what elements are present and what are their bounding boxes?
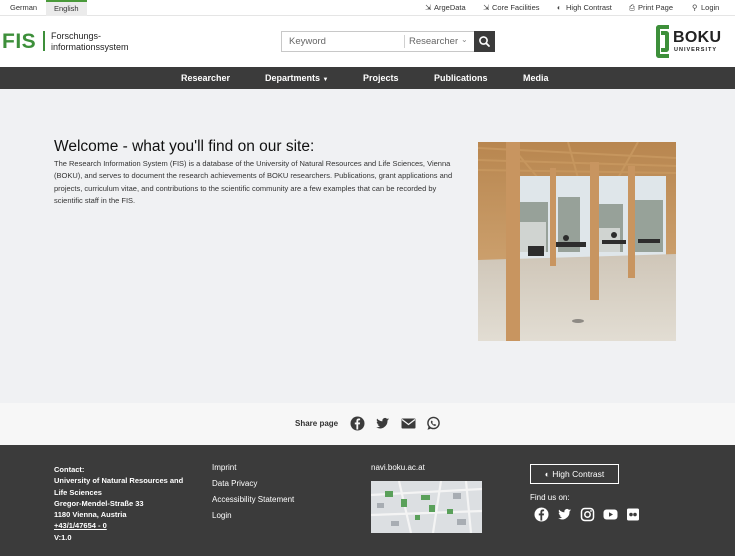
login-link[interactable]: ⚲ Login — [692, 0, 719, 16]
main-nav: Researcher Departments ▼ Projects Public… — [0, 67, 735, 89]
caret-down-icon: ▼ — [322, 77, 329, 83]
youtube-icon[interactable] — [603, 507, 618, 522]
search-icon — [479, 36, 490, 47]
chevron-down-icon: ⌄ — [461, 35, 468, 44]
search-divider — [404, 35, 405, 48]
user-icon: ⚲ — [692, 3, 698, 12]
share-label: Share page — [295, 419, 339, 428]
facebook-icon[interactable] — [534, 507, 549, 522]
nav-researcher[interactable]: Researcher — [181, 67, 230, 89]
login-arrow-icon: ⇲ — [483, 3, 490, 12]
campus-map[interactable] — [371, 481, 482, 533]
twitter-icon[interactable] — [557, 507, 572, 522]
accessibility-link[interactable]: Accessibility Statement — [212, 495, 294, 511]
nav-projects[interactable]: Projects — [363, 67, 399, 89]
search-scope-select[interactable]: Researcher — [409, 32, 458, 51]
whatsapp-icon[interactable] — [426, 416, 441, 431]
nav-media[interactable]: Media — [523, 67, 549, 89]
instagram-icon[interactable] — [580, 507, 595, 522]
nav-publications[interactable]: Publications — [434, 67, 488, 89]
mail-icon[interactable] — [401, 416, 416, 431]
contact-label: Contact: — [54, 465, 85, 474]
footer-links: Imprint Data Privacy Accessibility State… — [212, 463, 294, 527]
language-german[interactable]: German — [2, 0, 45, 16]
boku-bracket-right — [661, 31, 669, 52]
find-us-label: Find us on: — [530, 493, 570, 502]
share-strip: Share page — [0, 403, 735, 445]
logo-divider — [43, 31, 45, 51]
login-arrow-icon: ⇲ — [425, 3, 432, 12]
contrast-icon: ◐ — [557, 3, 562, 12]
twitter-icon[interactable] — [375, 416, 390, 431]
high-contrast-button[interactable]: ◐ High Contrast — [530, 464, 619, 484]
fis-logo[interactable]: FIS — [2, 30, 36, 54]
imprint-link[interactable]: Imprint — [212, 463, 294, 479]
flickr-icon[interactable] — [626, 507, 641, 522]
nav-departments[interactable]: Departments ▼ — [265, 67, 328, 89]
boku-name: BOKU — [673, 29, 722, 46]
core-facilities-link[interactable]: ⇲ Core Facilities — [483, 0, 540, 16]
print-page-link[interactable]: ⎙ Print Page — [629, 0, 673, 16]
footer-login-link[interactable]: Login — [212, 511, 294, 527]
search-button[interactable] — [474, 31, 495, 52]
search-bar: Researcher ⌄ — [281, 31, 495, 52]
version-label: V:1.0 — [54, 532, 72, 542]
argedata-link[interactable]: ⇲ ArgeData — [425, 0, 466, 16]
top-bar: German English ⇲ ArgeData ⇲ Core Facilitie… — [0, 0, 735, 16]
welcome-text: The Research Information System (FIS) is… — [54, 159, 453, 205]
boku-university-label: UNIVERSITY — [674, 47, 718, 53]
facebook-icon[interactable] — [350, 416, 365, 431]
boku-logo[interactable]: BOKU UNIVERSITY — [656, 25, 726, 59]
contrast-icon: ◐ — [544, 469, 550, 479]
page-title: Welcome - what you'll find on our site: — [54, 138, 315, 155]
search-input[interactable] — [282, 32, 404, 51]
navi-link[interactable]: navi.boku.ac.at — [371, 463, 425, 472]
contact-block: Contact: University of Natural Resources… — [54, 464, 204, 543]
printer-icon: ⎙ — [629, 3, 635, 12]
high-contrast-link[interactable]: ◐ High Contrast — [557, 0, 612, 16]
header: FIS Forschungs- informationssystem Resea… — [0, 16, 735, 67]
fis-subtitle: Forschungs- informationssystem — [51, 31, 129, 52]
footer: Contact: University of Natural Resources… — [0, 445, 735, 556]
hero-image — [478, 142, 676, 341]
language-english[interactable]: English — [46, 0, 87, 16]
phone-link[interactable]: +43/1/47654 - 0 — [54, 520, 204, 531]
data-privacy-link[interactable]: Data Privacy — [212, 479, 294, 495]
